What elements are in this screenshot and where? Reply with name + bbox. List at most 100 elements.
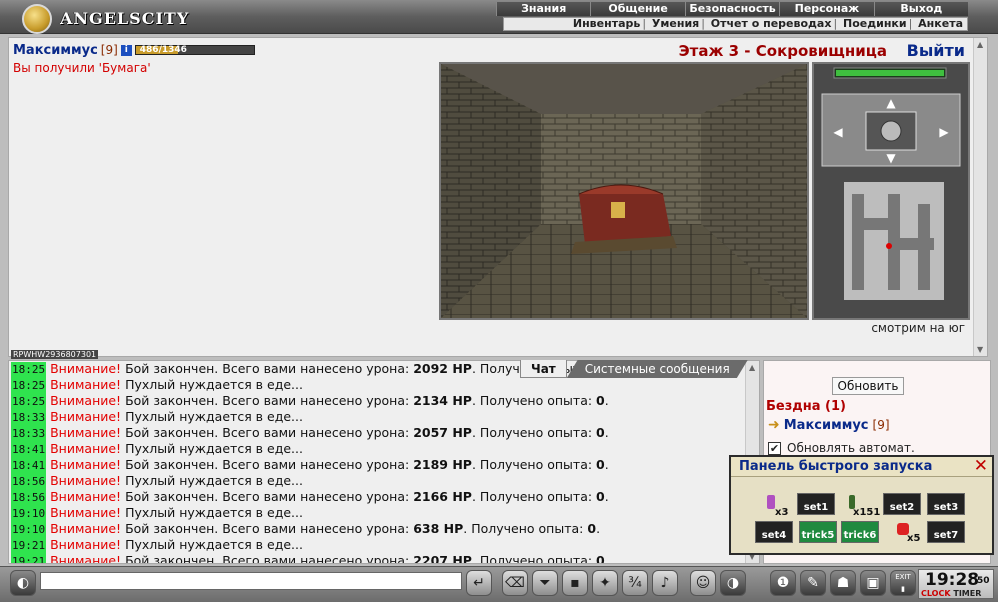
auto-refresh-checkbox[interactable]: ✔: [768, 441, 781, 455]
submenu-inventory[interactable]: Инвентарь: [573, 17, 640, 30]
translit-icon[interactable]: ¾: [622, 570, 648, 596]
chat-time: 19:10: [11, 506, 47, 522]
clock-time: 19:28: [925, 570, 980, 590]
main-scrollbar[interactable]: ▲ ▼: [973, 38, 987, 356]
submenu-skills[interactable]: Умения: [652, 17, 699, 30]
send-icon[interactable]: ↵: [466, 570, 492, 596]
menu-knowledge[interactable]: Знания: [496, 2, 591, 16]
quick-slot-set3[interactable]: set3: [927, 493, 965, 515]
chat-damage: 2166 HP: [413, 489, 472, 504]
character-row: Максиммус [9] i 486/1346: [13, 42, 255, 58]
menu-character[interactable]: Персонаж: [779, 2, 874, 16]
chat-text: . Получено опыта:: [471, 393, 593, 408]
speaker-icon[interactable]: ◐: [10, 570, 36, 596]
hp-text: 486/1346: [139, 45, 187, 55]
bag-icon[interactable]: ▣: [860, 570, 886, 596]
clock: 19:28 50 CLOCK TIMER: [918, 569, 994, 599]
hp-bar: 486/1346: [134, 45, 255, 55]
chat-damage: 2092 HP: [413, 361, 472, 376]
quick-slot-set4[interactable]: set4: [755, 521, 793, 543]
bottle-icon[interactable]: x151: [843, 495, 880, 518]
chat-time: 19:10: [11, 522, 47, 538]
chat-log: 18:25 Внимание! Бой закончен. Всего вами…: [8, 360, 760, 564]
exit-door-icon[interactable]: EXIT ▮: [890, 570, 916, 596]
facing-direction: смотрим на юг: [871, 321, 965, 335]
quick-slot-set7[interactable]: set7: [927, 521, 965, 543]
quick-launch-title: Панель быстрого запуска: [739, 459, 933, 474]
tab-system-messages[interactable]: Системные сообщения: [566, 360, 748, 378]
chat-warning: Внимание!: [50, 489, 122, 504]
clock-labels: CLOCK TIMER: [921, 589, 981, 598]
chat-line: 18:56 Внимание! Бой закончен. Всего вами…: [11, 489, 741, 506]
auto-refresh-label: Обновлять автомат.: [787, 441, 915, 455]
chat-text: . Получено опыта:: [471, 489, 593, 504]
chat-exp: 0: [596, 553, 605, 564]
chat-text: . Получено опыта:: [463, 521, 584, 536]
menu-security[interactable]: Безопасность: [684, 2, 780, 16]
timer-label[interactable]: TIMER: [953, 589, 981, 598]
chat-warning: Внимание!: [50, 377, 122, 392]
fight-icon[interactable]: ✦: [592, 570, 618, 596]
save-icon[interactable]: ▪: [562, 570, 588, 596]
submenu-profile[interactable]: Анкета: [918, 17, 963, 30]
quick-slot-trick5[interactable]: trick5: [799, 521, 837, 543]
smiley-icon[interactable]: ☺: [690, 570, 716, 596]
chat-damage: 638 HP: [413, 521, 464, 536]
chat-text: . Получено опыта:: [471, 553, 593, 564]
chat-exp: 0: [596, 425, 605, 440]
chat-text: Бой закончен. Всего вами нанесено урона:: [125, 521, 410, 536]
quick-slot-trick6[interactable]: trick6: [841, 521, 879, 543]
close-icon[interactable]: ✕: [974, 456, 988, 476]
filter-icon[interactable]: ⏷: [532, 570, 558, 596]
chat-warning: Внимание!: [50, 393, 122, 408]
chat-warning: Внимание!: [50, 553, 122, 564]
dungeon-view[interactable]: [439, 62, 809, 320]
chat-exp: 0: [596, 489, 605, 504]
tab-chat[interactable]: Чат: [520, 360, 567, 378]
navigation-panel: ▲ ▼ ◀ ▶: [812, 62, 970, 320]
user-name[interactable]: Максиммус: [784, 418, 869, 433]
exit-link[interactable]: Выйти: [907, 41, 965, 60]
character-name[interactable]: Максиммус: [13, 43, 98, 58]
main-menu: Знания Общение Безопасность Персонаж Вых…: [496, 2, 969, 16]
quick-slot-set2[interactable]: set2: [883, 493, 921, 515]
logo[interactable]: ANGELSCITY: [8, 3, 188, 34]
chat-text: Пухлый нуждается в еде...: [125, 473, 303, 488]
chat-text: Бой закончен. Всего вами нанесено урона:: [125, 425, 410, 440]
chat-time: 18:25: [11, 362, 47, 378]
chat-text: Пухлый нуждается в еде...: [125, 505, 303, 520]
quick-launch-panel: Панель быстрого запуска ✕ x3 set1 x151 s…: [729, 455, 994, 555]
svg-text:▶: ▶: [939, 125, 949, 139]
svg-text:▲: ▲: [886, 96, 896, 110]
gift-icon[interactable]: x5: [893, 521, 920, 544]
chat-lines: 18:25 Внимание! Бой закончен. Всего вами…: [11, 361, 741, 564]
music-icon[interactable]: ♪: [652, 570, 678, 596]
user-arrow-icon: ➜: [768, 417, 780, 433]
chat-warning: Внимание!: [50, 537, 122, 552]
menu-communication[interactable]: Общение: [590, 2, 685, 16]
received-item-message: Вы получили 'Бумага': [13, 61, 151, 75]
chat-line: 18:41 Внимание! Бой закончен. Всего вами…: [11, 457, 741, 474]
chat-time: 18:33: [11, 410, 47, 426]
quick-slot-set1[interactable]: set1: [797, 493, 835, 515]
sound-icon[interactable]: ◑: [720, 570, 746, 596]
potion-icon[interactable]: x3: [761, 495, 788, 518]
helmet-icon[interactable]: ☗: [830, 570, 856, 596]
submenu-duels[interactable]: Поединки: [843, 17, 907, 30]
chat-time: 19:21: [11, 538, 47, 554]
chat-damage: 2134 HP: [413, 393, 472, 408]
scroll-icon[interactable]: ✎: [800, 570, 826, 596]
submenu-transfers[interactable]: Отчет о переводах: [711, 17, 832, 30]
chat-damage: 2057 HP: [413, 425, 472, 440]
refresh-button[interactable]: Обновить: [832, 377, 904, 395]
menu-exit[interactable]: Выход: [873, 2, 969, 16]
clock-label[interactable]: CLOCK: [921, 589, 951, 598]
chat-warning: Внимание!: [50, 505, 122, 520]
chat-text: Бой закончен. Всего вами нанесено урона:: [125, 361, 410, 376]
chat-warning: Внимание!: [50, 521, 122, 536]
info-bottle-icon[interactable]: ❶: [770, 570, 796, 596]
eraser-icon[interactable]: ⌫: [502, 570, 528, 596]
chat-line: 19:10 Внимание! Пухлый нуждается в еде..…: [11, 505, 741, 522]
info-icon[interactable]: i: [120, 44, 132, 56]
chat-input[interactable]: [40, 572, 462, 590]
